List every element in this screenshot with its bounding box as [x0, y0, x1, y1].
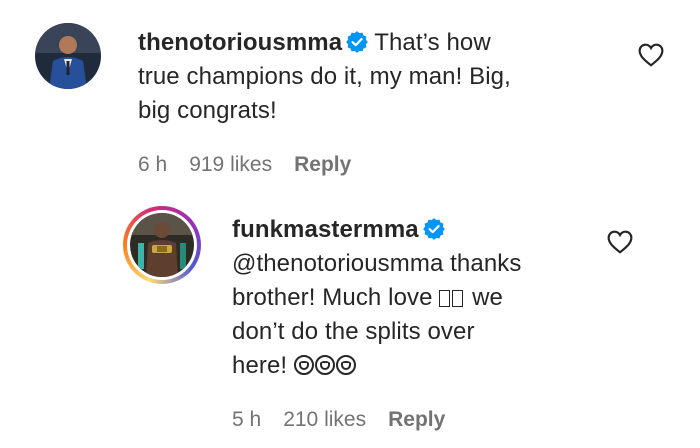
comment-text-line: true champions do it, my man! Big,	[138, 63, 511, 90]
reply-meta: 5 h 210 likes Reply	[232, 408, 445, 432]
heart-outline-icon[interactable]	[638, 43, 664, 67]
avatar-thenotoriousmma[interactable]	[35, 23, 101, 89]
verified-badge-icon	[346, 31, 369, 53]
avatar-funkmastermma	[130, 213, 194, 277]
reply-text: don’t do the splits over	[232, 318, 475, 345]
reply-body: funkmastermma @thenotoriousmma thanks br…	[232, 213, 592, 383]
reply-text: here!	[232, 352, 294, 379]
missing-glyph-icon	[439, 290, 451, 307]
reply-text: we	[465, 284, 503, 311]
comment-body: thenotoriousmma That’s how true champions…	[138, 26, 608, 128]
mention-link[interactable]: @thenotoriousmma	[232, 250, 443, 277]
comment-text-line: big congrats!	[138, 97, 277, 124]
like-count[interactable]: 210 likes	[283, 408, 366, 432]
profile-photo-icon	[130, 213, 194, 277]
reply-text: brother! Much love	[232, 284, 440, 311]
heart-outline-icon[interactable]	[607, 230, 633, 254]
username-link[interactable]: funkmastermma	[232, 216, 419, 243]
comment-time: 5 h	[232, 408, 262, 431]
comment-meta: 6 h 919 likes Reply	[138, 153, 351, 177]
verified-badge-icon	[422, 218, 445, 240]
laughing-emoji-icon	[335, 355, 356, 375]
reply-text: thanks	[443, 250, 522, 277]
comment-time: 6 h	[138, 153, 168, 176]
laughing-emoji-icon	[293, 355, 314, 375]
missing-glyph-icon	[452, 290, 464, 307]
story-ring[interactable]	[123, 206, 201, 284]
reply-button[interactable]: Reply	[388, 408, 445, 432]
laughing-emoji-icon	[314, 355, 335, 375]
profile-photo-icon	[35, 23, 101, 89]
like-count[interactable]: 919 likes	[189, 153, 272, 177]
username-link[interactable]: thenotoriousmma	[138, 29, 342, 56]
comment-text-line: That’s how	[374, 29, 491, 56]
reply-button[interactable]: Reply	[294, 153, 351, 177]
